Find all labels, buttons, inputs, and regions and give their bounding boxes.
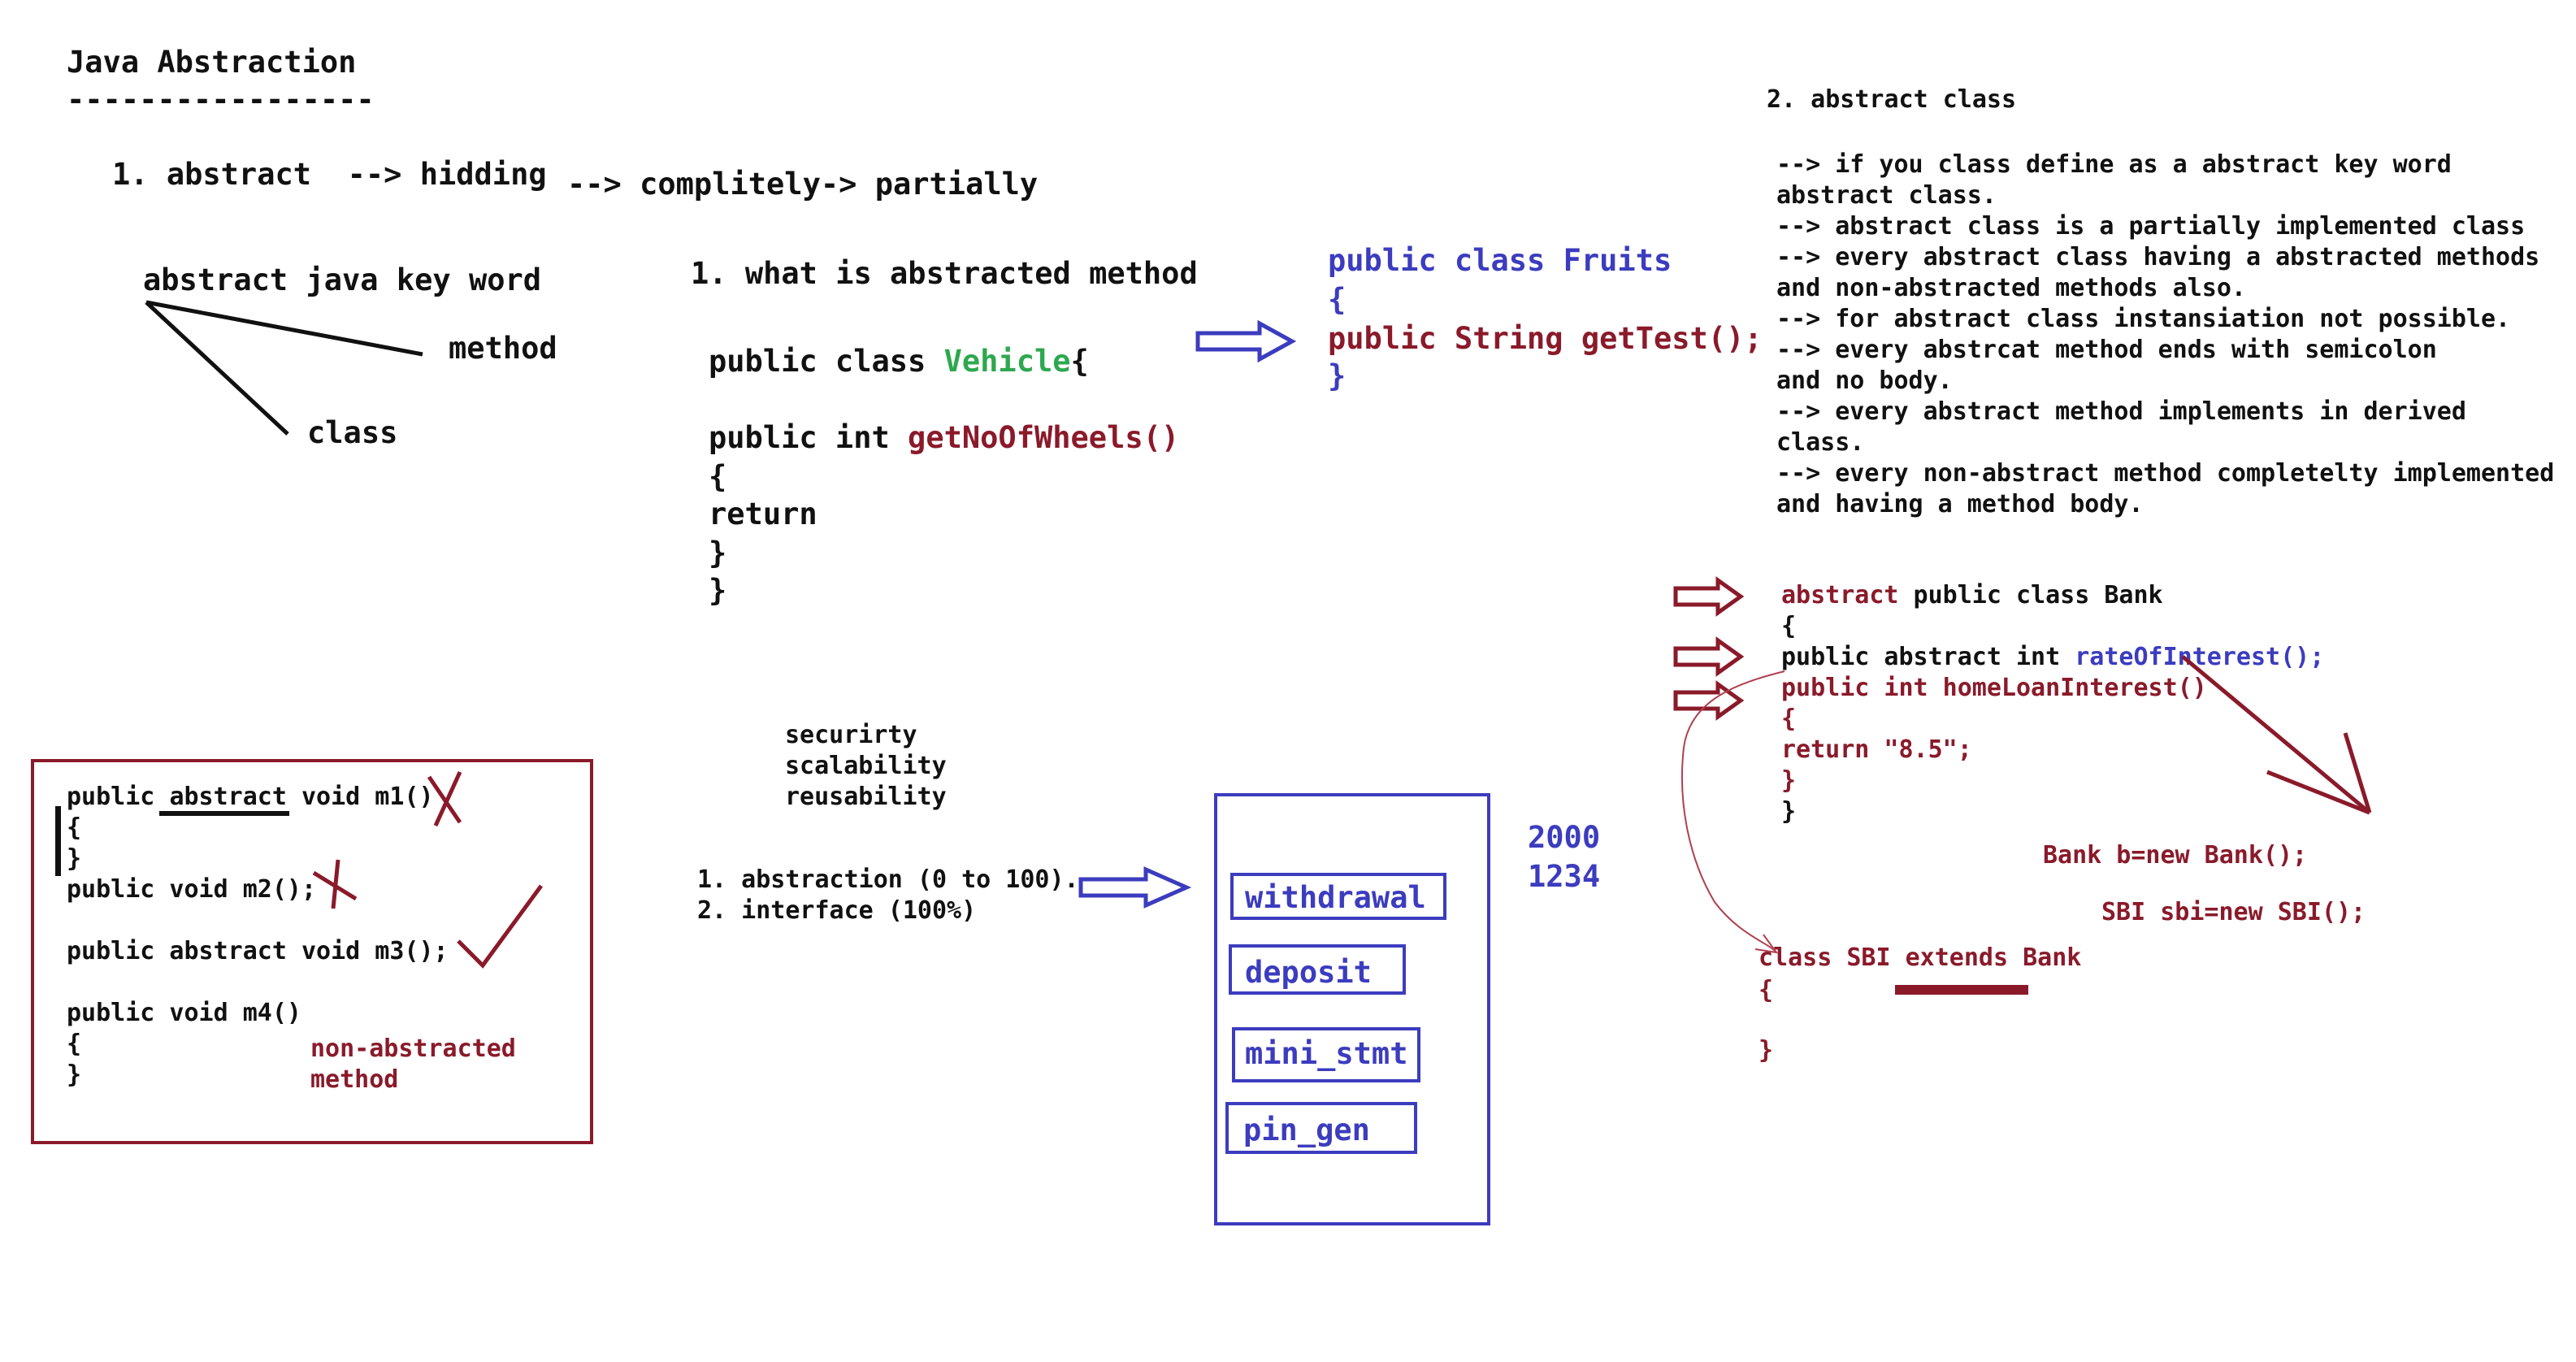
diagonal-arrow-line (2181, 655, 2371, 814)
arrow-right-icon (1673, 576, 1745, 617)
arrow-right-icon (1195, 319, 1297, 363)
branch-line-class (145, 301, 289, 436)
branch-line-method (145, 300, 423, 357)
annotation-drawings (145, 300, 2372, 969)
cross-icon (331, 859, 340, 909)
inheritance-curve (1681, 670, 1785, 953)
arrow-right-icon (1078, 866, 1192, 909)
arrow-head-icon (2266, 770, 2370, 815)
arrow-right-icon (1673, 636, 1745, 677)
check-icon (457, 884, 544, 969)
